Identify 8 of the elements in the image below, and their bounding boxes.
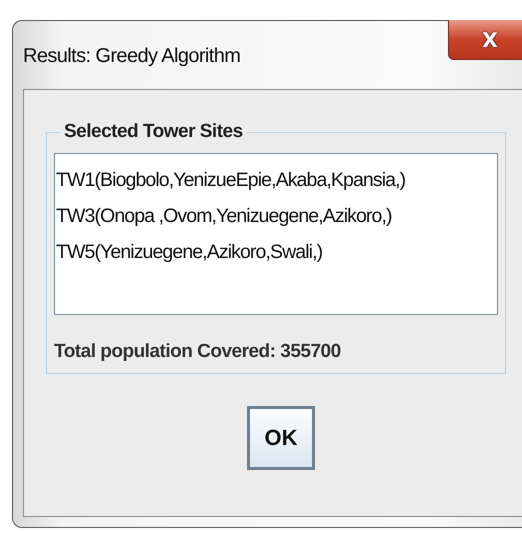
ok-button[interactable]: OK bbox=[247, 406, 315, 470]
results-text-area[interactable]: TW1(Biogbolo,YenizueEpie,Akaba,Kpansia,) TW3(Onopa ,Ovom,Yenizuegene,Azikoro,) TW5(Yenizuegene,Azikoro,Swali,) bbox=[54, 153, 498, 315]
close-button[interactable]: X bbox=[448, 20, 522, 60]
window-title: Results: Greedy Algorithm bbox=[23, 45, 240, 68]
result-line: TW1(Biogbolo,YenizueEpie,Akaba,Kpansia,) bbox=[56, 168, 406, 193]
result-line: TW3(Onopa ,Ovom,Yenizuegene,Azikoro,) bbox=[56, 204, 393, 229]
result-line: TW5(Yenizuegene,Azikoro,Swali,) bbox=[56, 240, 324, 265]
total-label: Total population Covered: 355700 bbox=[54, 341, 342, 363]
